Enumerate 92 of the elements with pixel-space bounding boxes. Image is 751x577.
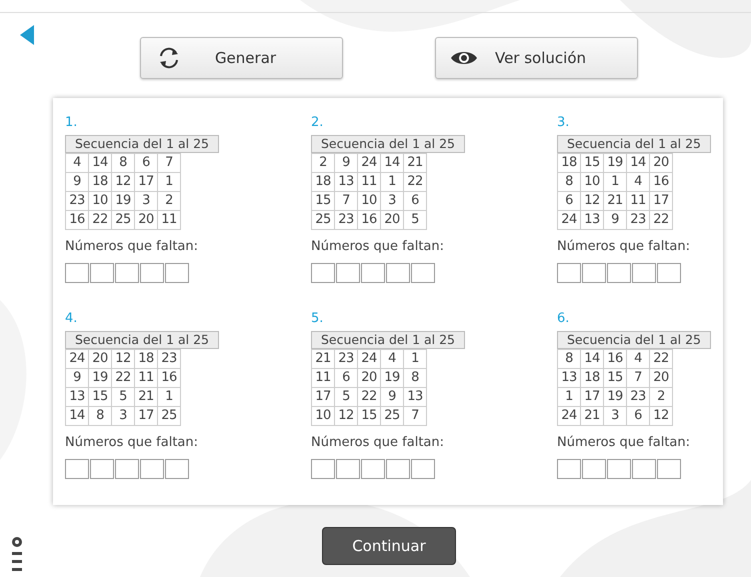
- answer-box[interactable]: [657, 459, 681, 479]
- prompt-text: Números que faltan:: [65, 239, 200, 256]
- table-cell: 22: [649, 210, 673, 230]
- table-cell: 22: [88, 210, 112, 230]
- answer-box[interactable]: [657, 263, 681, 283]
- table-cell: 10: [311, 406, 335, 426]
- table-cell: 12: [334, 406, 358, 426]
- table-cell: 7: [157, 153, 181, 173]
- answer-box[interactable]: [386, 459, 410, 479]
- table-cell: 7: [403, 406, 427, 426]
- table-header: Secuencia del 1 al 25: [311, 331, 465, 349]
- answer-box[interactable]: [336, 263, 360, 283]
- table-cell: 16: [65, 210, 89, 230]
- table-cell: 6: [626, 406, 650, 426]
- answer-box[interactable]: [411, 459, 435, 479]
- table-cell: 25: [157, 406, 181, 426]
- back-arrow-icon[interactable]: [20, 25, 34, 45]
- table-cell: 20: [134, 210, 158, 230]
- table-cell: 24: [65, 349, 89, 369]
- answer-box[interactable]: [115, 263, 139, 283]
- table-cell: 25: [311, 210, 335, 230]
- table-cell: 5: [403, 210, 427, 230]
- table-cell: 20: [649, 153, 673, 173]
- exercise-number: 5.: [311, 311, 324, 328]
- exercise-number: 4.: [65, 311, 78, 328]
- answer-box[interactable]: [140, 459, 164, 479]
- toolbar-button[interactable]: Ver solución: [435, 37, 638, 79]
- prompt-text: Números que faltan:: [557, 435, 692, 452]
- answer-box[interactable]: [90, 459, 114, 479]
- table-cell: 1: [403, 349, 427, 369]
- table-cell: 3: [111, 406, 135, 426]
- exercise-number: 1.: [65, 115, 78, 132]
- table-cell: 25: [111, 210, 135, 230]
- table-cell: 3: [603, 406, 627, 426]
- table-cell: 9: [603, 210, 627, 230]
- table-cell: 8: [557, 349, 581, 369]
- exercise-number: 6.: [557, 311, 570, 328]
- answer-box[interactable]: [582, 459, 606, 479]
- prompt-text: Números que faltan:: [65, 435, 200, 452]
- table-cell: 8: [88, 406, 112, 426]
- exercise-number: 2.: [311, 115, 324, 132]
- table-cell: 22: [649, 349, 673, 369]
- answer-box[interactable]: [336, 459, 360, 479]
- exercise-number: 3.: [557, 115, 570, 132]
- answer-box[interactable]: [165, 263, 189, 283]
- table-header: Secuencia del 1 al 25: [557, 135, 711, 153]
- table-cell: 21: [580, 406, 604, 426]
- table-cell: 23: [157, 349, 181, 369]
- answer-box[interactable]: [311, 459, 335, 479]
- answer-box[interactable]: [115, 459, 139, 479]
- answer-box[interactable]: [607, 459, 631, 479]
- table-header: Secuencia del 1 al 25: [311, 135, 465, 153]
- table-cell: 14: [65, 406, 89, 426]
- table-cell: 11: [157, 210, 181, 230]
- prompt-text: Números que faltan:: [311, 239, 446, 256]
- toolbar-button[interactable]: Generar: [140, 37, 343, 79]
- table-cell: 13: [580, 210, 604, 230]
- answer-box[interactable]: [582, 263, 606, 283]
- table-cell: 23: [334, 210, 358, 230]
- answer-box[interactable]: [607, 263, 631, 283]
- prompt-text: Números que faltan:: [557, 239, 692, 256]
- table-header: Secuencia del 1 al 25: [65, 331, 219, 349]
- continue-button[interactable]: Continuar: [322, 527, 456, 565]
- answer-box[interactable]: [361, 263, 385, 283]
- table-header: Secuencia del 1 al 25: [65, 135, 219, 153]
- answer-box[interactable]: [311, 263, 335, 283]
- table-cell: 18: [557, 153, 581, 173]
- answer-box[interactable]: [557, 263, 581, 283]
- answer-box[interactable]: [411, 263, 435, 283]
- table-cell: 12: [649, 406, 673, 426]
- prompt-text: Números que faltan:: [311, 435, 446, 452]
- table-cell: 21: [311, 349, 335, 369]
- table-header: Secuencia del 1 al 25: [557, 331, 711, 349]
- table-cell: 24: [557, 210, 581, 230]
- answer-box[interactable]: [65, 459, 89, 479]
- answer-box[interactable]: [140, 263, 164, 283]
- answer-box[interactable]: [632, 263, 656, 283]
- answer-box[interactable]: [632, 459, 656, 479]
- answer-box[interactable]: [361, 459, 385, 479]
- answer-box[interactable]: [65, 263, 89, 283]
- table-cell: 23: [626, 210, 650, 230]
- answer-box[interactable]: [90, 263, 114, 283]
- table-cell: 2: [311, 153, 335, 173]
- table-cell: 4: [65, 153, 89, 173]
- table-cell: 25: [380, 406, 404, 426]
- table-cell: 24: [557, 406, 581, 426]
- answer-box[interactable]: [557, 459, 581, 479]
- answer-box[interactable]: [386, 263, 410, 283]
- table-cell: 21: [403, 153, 427, 173]
- table-cell: 20: [380, 210, 404, 230]
- table-cell: 16: [357, 210, 381, 230]
- answer-box[interactable]: [165, 459, 189, 479]
